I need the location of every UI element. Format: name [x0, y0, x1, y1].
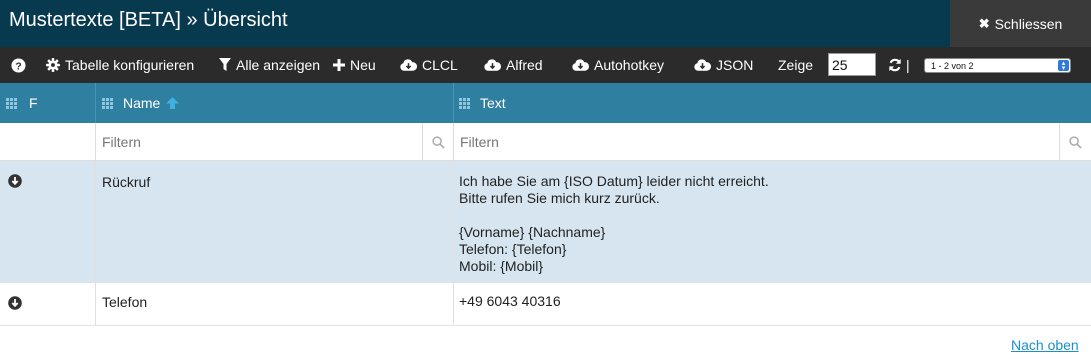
plus-icon: [333, 59, 345, 71]
text-line: Mobil: {Mobil}: [459, 258, 544, 274]
row-expand-button[interactable]: [8, 296, 22, 313]
name-filter-placeholder: Filtern: [102, 134, 141, 150]
column-header-text[interactable]: Text: [459, 83, 506, 123]
row-expand-button[interactable]: [8, 174, 22, 191]
help-button[interactable]: ?: [11, 47, 26, 83]
row-text: +49 6043 40316: [459, 293, 561, 310]
name-cell: Telefon: [95, 283, 453, 325]
text-line: Bitte rufen Sie mich kurz zurück.: [459, 190, 660, 206]
show-all-button[interactable]: Alle anzeigen: [219, 47, 320, 83]
cloud-download-icon: [694, 58, 711, 71]
export-json-button[interactable]: JSON: [694, 47, 753, 83]
row-name: Telefon: [102, 294, 148, 310]
close-label: Schliessen: [994, 15, 1063, 32]
export-alfred-button[interactable]: Alfred: [484, 47, 543, 83]
text-filter-search-button[interactable]: [1059, 123, 1091, 161]
text-filter-placeholder: Filtern: [460, 134, 499, 150]
arrow-circle-down-icon: [8, 174, 22, 188]
column-header-flag-label: F: [29, 95, 38, 111]
search-icon: [432, 135, 445, 149]
title-bar: Mustertexte [BETA] » Übersicht ✖ Schlies…: [0, 0, 1091, 47]
row-text: Ich habe Sie am {ISO Datum} leider nicht…: [459, 173, 769, 275]
column-header-text-label: Text: [480, 95, 506, 111]
drag-handle-icon[interactable]: [6, 97, 17, 109]
cloud-download-icon: [572, 58, 589, 71]
column-header-name-label: Name: [123, 95, 161, 111]
drag-handle-icon[interactable]: [459, 97, 470, 109]
sort-ascending-icon: [166, 97, 180, 109]
page-size-label: Zeige: [778, 57, 814, 73]
new-button[interactable]: Neu: [333, 47, 376, 83]
cloud-download-icon: [484, 58, 501, 71]
search-icon: [1069, 135, 1082, 149]
export-autohotkey-button[interactable]: Autohotkey: [572, 47, 664, 83]
name-filter-input[interactable]: Filtern: [95, 123, 422, 161]
table-row[interactable]: Rückruf Ich habe Sie am {ISO Datum} leid…: [0, 161, 1091, 283]
select-arrows-icon: ▴ ▾: [1058, 60, 1069, 72]
question-circle-icon: ?: [11, 57, 26, 73]
refresh-button[interactable]: |: [888, 47, 910, 83]
svg-text:?: ?: [15, 61, 21, 72]
text-line: +49 6043 40316: [459, 293, 561, 309]
drag-handle-icon[interactable]: [102, 97, 113, 109]
column-header-name[interactable]: Name: [102, 83, 180, 123]
toolbar: ? Tabelle konfigurieren Alle anzeigen Ne…: [0, 47, 1091, 83]
toolbar-separator: |: [906, 57, 910, 73]
page-size-input[interactable]: 25: [828, 53, 876, 76]
text-line: [459, 207, 769, 224]
page-title: Mustertexte [BETA] » Übersicht: [9, 9, 288, 31]
show-all-label: Alle anzeigen: [236, 57, 321, 73]
pager-value: 1 - 2 von 2: [931, 60, 974, 71]
name-cell: Rückruf: [95, 161, 453, 282]
configure-table-button[interactable]: Tabelle konfigurieren: [46, 47, 194, 83]
gear-icon: [46, 58, 60, 72]
filter-row: Filtern Filtern: [0, 123, 1091, 161]
name-filter-search-button[interactable]: [422, 123, 454, 161]
text-filter-input[interactable]: Filtern: [453, 123, 1060, 161]
text-cell: +49 6043 40316: [453, 283, 1091, 325]
column-divider[interactable]: [453, 83, 454, 123]
arrow-circle-down-icon: [8, 296, 22, 310]
back-to-top-link[interactable]: Nach oben: [1011, 337, 1079, 353]
filter-icon: [219, 58, 231, 71]
text-line: Ich habe Sie am {ISO Datum} leider nicht…: [459, 173, 769, 189]
new-label: Neu: [350, 57, 376, 73]
export-clcl-label: CLCL: [422, 57, 458, 73]
refresh-icon: [889, 58, 901, 72]
close-icon: ✖: [978, 15, 990, 31]
export-clcl-button[interactable]: CLCL: [400, 47, 458, 83]
pager-select[interactable]: 1 - 2 von 2 ▴ ▾: [924, 58, 1071, 73]
column-divider[interactable]: [95, 83, 96, 123]
table-row[interactable]: Telefon +49 6043 40316: [0, 283, 1091, 326]
cloud-download-icon: [400, 58, 417, 71]
configure-table-label: Tabelle konfigurieren: [65, 57, 195, 73]
export-json-label: JSON: [716, 57, 754, 73]
row-name: Rückruf: [102, 174, 151, 190]
export-alfred-label: Alfred: [506, 57, 543, 73]
text-line: {Vorname} {Nachname}: [459, 224, 606, 240]
table-header: F Name Text: [0, 83, 1091, 123]
text-cell: Ich habe Sie am {ISO Datum} leider nicht…: [453, 161, 1091, 282]
export-autohotkey-label: Autohotkey: [594, 57, 665, 73]
close-button[interactable]: ✖ Schliessen: [950, 0, 1091, 47]
column-header-flag[interactable]: F: [6, 83, 38, 123]
text-line: Telefon: {Telefon}: [459, 241, 567, 257]
